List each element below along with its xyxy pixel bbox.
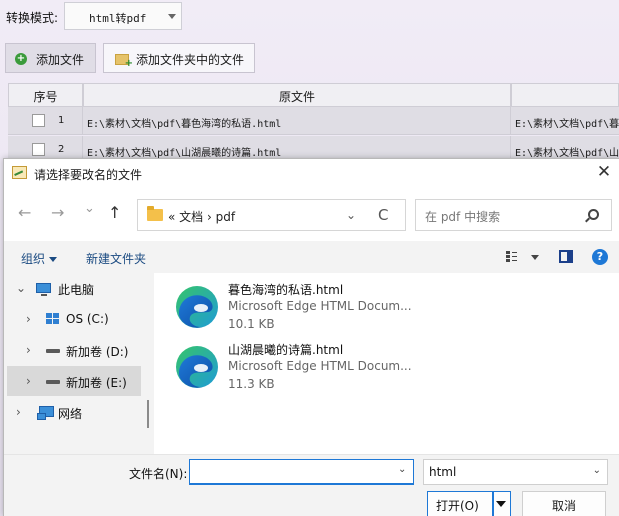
address-bar[interactable]: « 文档 › pdf ⌄ C bbox=[137, 199, 406, 231]
edge-icon bbox=[176, 286, 218, 328]
navigation-pane: ⌄ 此电脑 › OS (C:) › 新加卷 (D:) › 新加卷 (E:) › … bbox=[4, 273, 154, 454]
search-icon[interactable] bbox=[588, 209, 599, 220]
refresh-icon[interactable]: C bbox=[378, 206, 388, 224]
new-folder-button[interactable]: 新建文件夹 bbox=[86, 250, 146, 267]
open-split-divider bbox=[492, 492, 494, 516]
folder-icon bbox=[147, 206, 163, 221]
expand-chevron-icon[interactable]: › bbox=[16, 405, 21, 419]
tree-item-label: 此电脑 bbox=[58, 283, 95, 297]
expand-chevron-icon[interactable]: › bbox=[26, 374, 31, 388]
view-dropdown-icon[interactable] bbox=[531, 255, 539, 260]
command-bar: 组织 新建文件夹 ? bbox=[4, 241, 619, 273]
navigation-bar: ← → ⌄ ↑ « 文档 › pdf ⌄ C 在 pdf 中搜索 bbox=[4, 187, 619, 241]
add-file-label: 添加文件 bbox=[36, 53, 85, 67]
close-icon[interactable]: ✕ bbox=[595, 162, 613, 182]
open-dropdown-icon[interactable] bbox=[496, 501, 506, 507]
dialog-app-icon bbox=[12, 166, 27, 179]
tree-item-label: OS (C:) bbox=[66, 312, 109, 326]
tree-item-drive-e[interactable]: › 新加卷 (E:) bbox=[7, 366, 141, 396]
list-item[interactable]: 暮色海湾的私语.html Microsoft Edge HTML Docum..… bbox=[174, 281, 474, 337]
chevron-down-icon bbox=[49, 257, 58, 262]
filename-dropdown-icon[interactable]: ⌄ bbox=[398, 464, 406, 475]
recent-locations-icon[interactable]: ⌄ bbox=[84, 201, 95, 216]
file-type: Microsoft Edge HTML Docum... bbox=[228, 299, 412, 313]
filetype-value: html bbox=[429, 465, 457, 479]
row-target: E:\素材\文档\pdf\暮 bbox=[515, 119, 619, 130]
grid-header-extra[interactable] bbox=[511, 83, 619, 107]
mode-select-value: html转pdf bbox=[89, 12, 147, 25]
mode-label: 转换模式: bbox=[6, 11, 59, 25]
windows-drive-icon bbox=[46, 313, 60, 325]
dialog-title: 请选择要改名的文件 bbox=[34, 168, 143, 182]
file-size: 11.3 KB bbox=[228, 377, 275, 391]
expand-chevron-icon[interactable]: ⌄ bbox=[16, 281, 26, 295]
up-arrow-icon[interactable]: ↑ bbox=[108, 203, 121, 222]
edge-icon bbox=[176, 346, 218, 388]
list-item[interactable]: 山湖晨曦的诗篇.html Microsoft Edge HTML Docum..… bbox=[174, 341, 474, 397]
tree-item-label: 新加卷 (D:) bbox=[66, 345, 129, 359]
file-name: 暮色海湾的私语.html bbox=[228, 283, 344, 297]
search-placeholder: 在 pdf 中搜索 bbox=[425, 210, 501, 224]
search-input[interactable]: 在 pdf 中搜索 bbox=[415, 199, 612, 231]
add-folder-files-button[interactable]: 添加文件夹中的文件 bbox=[103, 43, 255, 73]
organize-button[interactable]: 组织 bbox=[21, 250, 58, 267]
file-size: 10.1 KB bbox=[228, 317, 275, 331]
pc-icon bbox=[36, 283, 51, 296]
dialog-footer: 文件名(N): ⌄ html ⌄ 打开(O) 取消 bbox=[4, 454, 619, 516]
network-icon bbox=[37, 406, 54, 420]
organize-label: 组织 bbox=[21, 252, 46, 266]
back-arrow-icon[interactable]: ← bbox=[18, 203, 31, 222]
tree-item-label: 网络 bbox=[58, 407, 83, 421]
add-file-button[interactable]: + 添加文件 bbox=[5, 43, 96, 73]
tree-item-label: 新加卷 (E:) bbox=[66, 376, 127, 390]
tree-item-drive-d[interactable]: › 新加卷 (D:) bbox=[4, 335, 144, 365]
drive-icon bbox=[46, 349, 60, 353]
filename-label: 文件名(N): bbox=[129, 467, 188, 481]
file-list-pane: 暮色海湾的私语.html Microsoft Edge HTML Docum..… bbox=[154, 273, 619, 454]
file-name: 山湖晨曦的诗篇.html bbox=[228, 343, 344, 357]
file-open-dialog: 请选择要改名的文件 ✕ ← → ⌄ ↑ « 文档 › pdf ⌄ C 在 pdf… bbox=[3, 158, 619, 516]
table-row[interactable]: 1 E:\素材\文档\pdf\暮色海湾的私语.html E:\素材\文档\pdf… bbox=[8, 107, 619, 135]
navpane-scrollbar[interactable] bbox=[147, 400, 149, 428]
mode-select[interactable]: html转pdf bbox=[64, 2, 182, 30]
tree-item-this-pc[interactable]: ⌄ 此电脑 bbox=[4, 273, 144, 303]
chevron-down-icon bbox=[168, 14, 176, 19]
grid-header-source[interactable]: 原文件 bbox=[83, 83, 511, 107]
help-icon[interactable]: ? bbox=[592, 249, 608, 265]
filename-input[interactable] bbox=[189, 459, 414, 485]
drive-icon bbox=[46, 380, 60, 384]
expand-chevron-icon[interactable]: › bbox=[26, 343, 31, 357]
filetype-select[interactable]: html ⌄ bbox=[423, 459, 608, 485]
folder-add-icon bbox=[115, 54, 133, 69]
row-source: E:\素材\文档\pdf\暮色海湾的私语.html bbox=[83, 107, 511, 135]
dialog-titlebar[interactable]: 请选择要改名的文件 ✕ bbox=[4, 159, 619, 187]
add-circle-icon: + bbox=[15, 53, 27, 65]
tree-item-os-c[interactable]: › OS (C:) bbox=[4, 304, 144, 334]
add-folder-label: 添加文件夹中的文件 bbox=[136, 53, 245, 67]
open-button-label: 打开(O) bbox=[436, 499, 479, 513]
chevron-down-icon: ⌄ bbox=[592, 465, 601, 476]
grid-header-index[interactable]: 序号 bbox=[8, 83, 83, 107]
file-type: Microsoft Edge HTML Docum... bbox=[228, 359, 412, 373]
cancel-button[interactable]: 取消 bbox=[522, 491, 606, 516]
preview-pane-icon[interactable] bbox=[559, 250, 573, 263]
address-path[interactable]: « 文档 › pdf bbox=[168, 208, 235, 225]
tree-item-network[interactable]: › 网络 bbox=[4, 397, 144, 427]
forward-arrow-icon[interactable]: → bbox=[51, 203, 64, 222]
open-button[interactable]: 打开(O) bbox=[427, 491, 511, 516]
address-dropdown-icon[interactable]: ⌄ bbox=[346, 208, 356, 222]
expand-chevron-icon[interactable]: › bbox=[26, 312, 31, 326]
view-options-icon[interactable] bbox=[506, 251, 518, 262]
